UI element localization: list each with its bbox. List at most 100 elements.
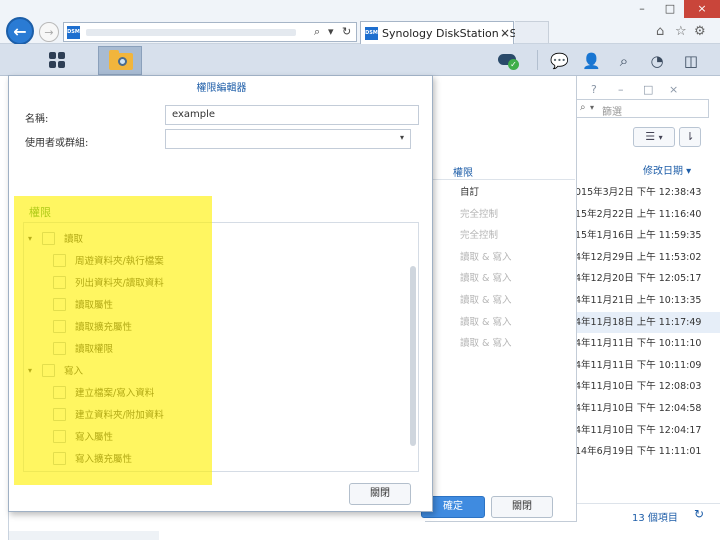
permission-checkbox[interactable]	[53, 341, 66, 355]
group-label: 讀取	[64, 234, 84, 245]
permission-cell[interactable]: 讀取 & 寫入	[460, 247, 511, 268]
list-view-icon: ☰	[645, 130, 656, 143]
address-bar[interactable]: DSM ⌕ ▾ ↻	[63, 22, 357, 42]
permission-label: 寫入擴充屬性	[75, 454, 133, 465]
dsm-favicon-icon: DSM	[67, 26, 80, 39]
permission-cell[interactable]: 完全控制	[460, 204, 498, 225]
user-group-label: 使用者或群組:	[25, 138, 89, 149]
permission-cell[interactable]: 讀取 & 寫入	[460, 290, 511, 311]
sort-button[interactable]: ⇂	[679, 127, 701, 147]
table-row[interactable]: 14年6月19日 下午 11:11:01	[575, 441, 720, 462]
name-field[interactable]: example	[165, 105, 419, 125]
search-icon[interactable]: ⌕	[314, 25, 320, 39]
chevron-down-icon[interactable]: ▾	[28, 366, 42, 375]
new-tab-button[interactable]	[515, 21, 549, 43]
permission-checkbox[interactable]	[53, 407, 66, 421]
acl-close-button[interactable]: 關閉	[491, 496, 553, 518]
permission-cell[interactable]: 自訂	[460, 182, 479, 203]
permission-checkbox[interactable]	[53, 253, 66, 267]
minimize-icon[interactable]: –	[618, 83, 624, 96]
permission-label: 建立資料夾/附加資料	[75, 410, 164, 421]
address-dropdown-icon[interactable]: ▾	[328, 25, 334, 38]
permission-cell[interactable]: 讀取 & 寫入	[460, 312, 511, 333]
permission-tree: ▾ 讀取 周遊資料夾/執行檔案 列出資料夾/讀取資料 讀取屬性 讀取擴充屬性 讀取權限 ▾ 寫入…	[23, 222, 419, 472]
table-row[interactable]: 4年11月21日 上午 10:13:35	[575, 290, 720, 311]
widgets-icon[interactable]: ◫	[682, 52, 700, 70]
table-row[interactable]: 4年11月11日 下午 10:11:10	[575, 333, 720, 354]
permission-group[interactable]: ▾ 讀取	[28, 227, 83, 249]
permission-column-label: 權限	[453, 168, 473, 179]
name-label: 名稱:	[25, 114, 49, 125]
back-arrow-icon[interactable]: ←	[6, 17, 34, 45]
table-row[interactable]: 4年12月20日 下午 12:05:17	[575, 268, 720, 289]
table-row[interactable]: 4年11月18日 上午 11:17:49	[575, 311, 720, 333]
main-menu-icon[interactable]	[40, 48, 74, 72]
file-station-icon[interactable]	[98, 46, 142, 75]
permission-item[interactable]: 讀取屬性	[53, 293, 113, 315]
forward-arrow-icon[interactable]: →	[39, 22, 59, 42]
permission-cell[interactable]: 讀取 & 寫入	[460, 268, 511, 289]
permission-item[interactable]: 寫入擴充屬性	[53, 447, 132, 469]
window-close-button[interactable]: ×	[684, 0, 720, 18]
view-mode-button[interactable]: ☰ ▾	[633, 127, 675, 147]
filter-input[interactable]: ⌕ ▾ 篩選	[575, 99, 709, 118]
permission-checkbox[interactable]	[53, 275, 66, 289]
permission-cell[interactable]: 讀取 & 寫入	[460, 333, 511, 354]
refresh-icon[interactable]: ↻	[342, 25, 351, 38]
window-minimize-button[interactable]: –	[628, 0, 656, 18]
user-group-select[interactable]: ▾	[165, 129, 411, 149]
permission-item[interactable]: 建立檔案/寫入資料	[53, 381, 154, 403]
chat-icon[interactable]: 💬	[550, 52, 569, 70]
dashboard-icon[interactable]: ◔	[648, 52, 666, 70]
permission-item[interactable]: 讀取權限	[53, 337, 113, 359]
url-text-blurred	[86, 29, 296, 36]
permission-checkbox[interactable]	[53, 319, 66, 333]
permission-item[interactable]: 列出資料夾/讀取資料	[53, 271, 164, 293]
chevron-down-icon: ▾	[658, 133, 663, 142]
permission-item[interactable]: 建立資料夾/附加資料	[53, 403, 164, 425]
permission-checkbox[interactable]	[53, 429, 66, 443]
permission-item[interactable]: 寫入屬性	[53, 425, 113, 447]
table-row[interactable]: 15年1月16日 上午 11:59:35	[575, 225, 720, 246]
search-icon[interactable]: ⌕	[615, 52, 633, 70]
table-row[interactable]: 4年11月10日 下午 12:04:17	[575, 420, 720, 441]
modified-date-column-header[interactable]: 修改日期 ▾	[643, 162, 691, 177]
gear-icon[interactable]: ⚙	[694, 24, 706, 39]
help-icon[interactable]: ?	[591, 83, 597, 96]
permission-checkbox[interactable]	[53, 297, 66, 311]
taskbar-divider	[537, 50, 538, 70]
permission-checkbox[interactable]	[53, 451, 66, 465]
home-icon[interactable]: ⌂	[656, 24, 664, 39]
cloud-sync-icon[interactable]: ✓	[498, 52, 522, 70]
chevron-down-icon[interactable]: ▾	[28, 234, 42, 243]
star-icon[interactable]: ☆	[675, 24, 687, 39]
maximize-icon[interactable]: □	[643, 83, 653, 96]
close-button[interactable]: 關閉	[349, 483, 411, 505]
permission-section-title: 權限	[29, 206, 51, 219]
permission-label: 讀取屬性	[75, 300, 114, 311]
permission-group[interactable]: ▾ 寫入	[28, 359, 83, 381]
permission-checkbox[interactable]	[53, 385, 66, 399]
table-row[interactable]: 015年3月2日 下午 12:38:43	[575, 182, 720, 203]
table-row[interactable]: 4年11月10日 下午 12:08:03	[575, 376, 720, 397]
chevron-down-icon: ▾	[590, 103, 595, 112]
tab-close-icon[interactable]: ×	[500, 26, 510, 40]
permission-cell[interactable]: 完全控制	[460, 225, 498, 246]
tree-scrollbar[interactable]	[410, 266, 416, 446]
group-checkbox[interactable]	[42, 231, 55, 245]
table-row[interactable]: 4年12月29日 上午 11:53:02	[575, 247, 720, 268]
permission-item[interactable]: 周遊資料夾/執行檔案	[53, 249, 164, 271]
table-row[interactable]: 4年11月11日 下午 10:11:09	[575, 355, 720, 376]
item-count: 13 個項目	[632, 513, 678, 524]
window-maximize-button[interactable]: □	[656, 0, 684, 18]
user-icon[interactable]: 👤	[582, 52, 601, 70]
table-row[interactable]: 15年2月22日 上午 11:16:40	[575, 204, 720, 225]
close-icon[interactable]: ×	[669, 83, 678, 96]
dsm-taskbar: ✓ 💬 👤 ⌕ ◔ ◫	[0, 44, 720, 76]
permission-item[interactable]: 讀取擴充屬性	[53, 315, 132, 337]
refresh-icon[interactable]: ↻	[694, 507, 704, 521]
group-checkbox[interactable]	[42, 363, 55, 377]
table-row[interactable]: 4年11月10日 下午 12:04:58	[575, 398, 720, 419]
left-panel-strip	[9, 531, 159, 540]
browser-tab[interactable]: DSM Synology DiskStation - Sy... ×	[360, 21, 532, 44]
